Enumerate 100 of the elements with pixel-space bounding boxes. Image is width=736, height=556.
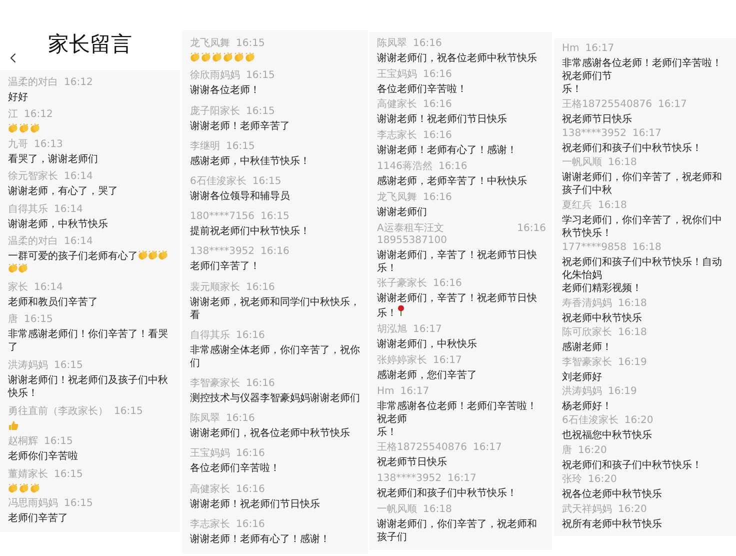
clapping-hands-icon xyxy=(19,482,29,493)
message-text: 感谢老师，中秋佳节快乐！ xyxy=(190,154,311,168)
message-time: 16:14 xyxy=(64,171,93,184)
sender-name: 王宝妈妈 xyxy=(190,448,230,460)
clapping-hands-icon xyxy=(158,250,168,260)
message-text: 谢谢老师们，祝各位老师中秋节快乐 xyxy=(377,52,538,65)
clapping-hands-icon xyxy=(138,250,148,260)
sender-name: Hm xyxy=(377,386,394,398)
message-text: 老师和教员们辛苦了 xyxy=(8,296,99,309)
message-text: 谢谢老师！老师辛苦了 xyxy=(190,120,291,132)
message-text: 看哭了，谢谢老师们 xyxy=(8,152,99,166)
page-title: 家长留言 xyxy=(48,32,133,56)
message-time: 16:17 xyxy=(658,98,687,111)
message-text: 老师们辛苦了！ xyxy=(190,260,261,274)
message-text: 谢谢老师们，辛苦了！祝老师节日快乐！ xyxy=(377,248,538,275)
message-text: 祝老师们和孩子们中秋节快乐！ xyxy=(562,142,703,156)
message-time: 16:16 xyxy=(236,330,265,342)
clapping-hands-icon xyxy=(190,52,200,62)
sender-name: 龙飞凤舞 xyxy=(377,192,417,204)
message-time: 16:16 xyxy=(246,282,275,294)
sender-name: A运泰租车汪文18955387100 xyxy=(377,222,448,247)
message-text: 谢谢老师们，中秋快乐 xyxy=(377,338,478,352)
message-text: 谢谢老师们，你们辛苦了，祝老师和孩子们 xyxy=(377,518,538,544)
sender-name: 陈凤翠 xyxy=(377,38,407,50)
sender-name: 李智豪家长 xyxy=(190,378,240,390)
message-time: 16:20 xyxy=(618,504,647,516)
sender-name: 江 xyxy=(8,109,18,122)
sender-name: 138****3952 xyxy=(562,128,627,140)
sender-name: 陈可欣家长 xyxy=(562,327,612,340)
message-time: 16:16 xyxy=(423,130,452,142)
message-text: 谢谢老师，中秋节快乐 xyxy=(8,218,109,231)
sender-name: 张玲 xyxy=(562,474,582,486)
message-time: 16:15 xyxy=(226,140,255,153)
message-time: 16:18 xyxy=(423,504,452,516)
message-text: 提前祝老师们中秋节快乐！ xyxy=(190,225,311,238)
message-time: 16:15 xyxy=(64,498,93,510)
sender-name: 高健家长 xyxy=(190,484,230,496)
message-time: 16:16 xyxy=(423,192,452,204)
message-text: 谢谢老师们，祝各位老师中秋节快乐 xyxy=(190,427,351,440)
sender-name: 夏红兵 xyxy=(562,200,592,212)
sender-name: Hm xyxy=(562,43,580,56)
message-time: 16:15 xyxy=(260,211,290,224)
message-text: 一群可爱的孩子们老师有心了 xyxy=(8,250,174,276)
message-text: 谢谢老师们，你们辛苦了，祝老师和孩子们中秋 xyxy=(562,171,723,198)
message-time: 16:18 xyxy=(632,242,662,254)
message-time: 16:16 xyxy=(236,518,265,531)
message-time: 16:17 xyxy=(400,386,430,398)
message-text: 祝老师中秋节快乐 xyxy=(562,312,643,325)
message-text: 祝老师节日快乐 xyxy=(377,456,448,470)
rose-icon xyxy=(397,305,405,316)
sender-name: 张子豪家长 xyxy=(377,278,427,290)
message-time: 16:17 xyxy=(473,442,502,454)
message-text: 老师你们辛苦啦 xyxy=(8,450,79,464)
message-time: 16:16 xyxy=(246,378,275,390)
message-text: 谢谢老师们！祝老师们及孩子们中秋快乐！ xyxy=(8,374,169,400)
clapping-hands-icon xyxy=(8,123,18,134)
message-time: 16:16 xyxy=(226,413,255,426)
message-time: 16:16 xyxy=(423,68,452,81)
sender-name: 胡泓旭 xyxy=(377,324,407,336)
message-time: 16:18 xyxy=(598,200,627,212)
clapping-hands-icon xyxy=(8,263,18,274)
message-text: 谢谢老师！老师有心了！感谢！ xyxy=(190,532,331,546)
clapping-hands-icon xyxy=(223,52,233,62)
sender-name: 裴元顺家长 xyxy=(190,282,240,294)
sender-name: 庞子阳家长 xyxy=(190,106,240,118)
clapping-hands-icon xyxy=(30,482,40,493)
message-time: 16:17 xyxy=(632,128,662,140)
sender-name: 王格18725540876 xyxy=(562,98,652,111)
sender-name: 高健家长 xyxy=(377,99,417,112)
message-text: 非常感谢各位老师！老师们辛苦啦！祝老师们节 乐！ xyxy=(562,57,723,96)
message-time: 16:18 xyxy=(608,157,637,170)
sender-name: 王宝妈妈 xyxy=(377,68,417,81)
message-time: 16:16 xyxy=(236,448,265,460)
sender-name: 王格18725540876 xyxy=(377,442,467,454)
message-time: 16:17 xyxy=(433,354,462,367)
sender-name: 龙飞凤舞 xyxy=(190,38,230,50)
message-time: 16:13 xyxy=(34,138,63,151)
sender-name: 唐 xyxy=(8,314,18,326)
sender-name: 徐欣雨妈妈 xyxy=(190,70,240,82)
sender-name: 家长 xyxy=(8,282,28,294)
clapping-hands-icon xyxy=(245,52,255,62)
message-time: 16:18 xyxy=(618,327,647,340)
sender-name: 唐 xyxy=(562,444,572,457)
message-text: 谢谢各位老师！ xyxy=(190,84,261,98)
sender-name: 自得其乐 xyxy=(8,204,48,216)
sender-name: 洪涛妈妈 xyxy=(562,386,602,398)
sender-name: 武天祥妈妈 xyxy=(562,504,612,516)
clapping-hands-icon xyxy=(212,52,222,62)
sender-name: 冯思雨妈妈 xyxy=(8,498,58,510)
sender-name: 董婧家长 xyxy=(8,468,48,481)
sender-name: 九哥 xyxy=(8,138,28,151)
message-time: 16:15 xyxy=(54,360,83,372)
sender-name: 温柔的对白 xyxy=(8,76,58,89)
message-time: 16:16 xyxy=(517,222,546,236)
clapping-hands-icon xyxy=(148,250,158,260)
clapping-hands-icon xyxy=(30,123,40,134)
message-time: 16:12 xyxy=(64,76,93,89)
sender-name: 自得其乐 xyxy=(190,330,230,342)
message-text: 非常感谢各位老师！老师们辛苦啦！祝老师 乐！ xyxy=(377,400,538,439)
message-text: 各位老师们辛苦啦！ xyxy=(377,82,468,96)
